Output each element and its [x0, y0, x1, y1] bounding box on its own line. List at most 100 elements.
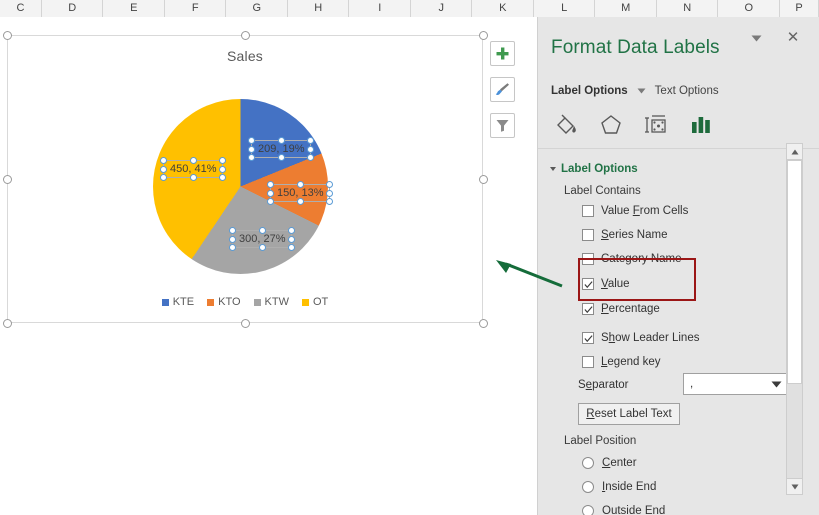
checkbox-category-name[interactable]: Category Name	[582, 253, 682, 265]
chart-filters-button[interactable]	[490, 113, 515, 138]
label-handle[interactable]	[297, 198, 304, 205]
column-header-h[interactable]: H	[288, 0, 350, 17]
section-label-options[interactable]: Label Options	[551, 163, 638, 175]
label-handle[interactable]	[160, 157, 167, 164]
checkbox-percentage[interactable]: Percentage	[582, 303, 660, 315]
label-handle[interactable]	[160, 174, 167, 181]
checkbox-series-name[interactable]: Series Name	[582, 229, 667, 241]
scroll-up-button[interactable]	[786, 143, 803, 160]
legend-item-kte[interactable]: KTE	[162, 296, 194, 308]
legend-item-ot[interactable]: OT	[302, 296, 328, 308]
column-header-l[interactable]: L	[534, 0, 596, 17]
size-properties-icon-button[interactable]	[640, 109, 672, 141]
checkbox-box[interactable]	[582, 205, 594, 217]
checkbox-value[interactable]: Value	[582, 278, 630, 290]
label-handle[interactable]	[259, 227, 266, 234]
legend-item-ktw[interactable]: KTW	[254, 296, 289, 308]
label-handle[interactable]	[259, 244, 266, 251]
label-handle[interactable]	[229, 244, 236, 251]
label-handle[interactable]	[267, 198, 274, 205]
checkbox-box[interactable]	[582, 332, 594, 344]
radio-center[interactable]: Center	[582, 457, 637, 469]
column-header-i[interactable]: I	[349, 0, 411, 17]
column-header-m[interactable]: M	[595, 0, 657, 17]
label-handle[interactable]	[190, 174, 197, 181]
column-header-f[interactable]: F	[165, 0, 227, 17]
data-label-kto[interactable]: 150, 13%	[270, 184, 330, 202]
chart-resize-handle[interactable]	[479, 31, 488, 40]
radio-outside-end[interactable]: Outside End	[582, 505, 665, 515]
label-options-icon-button[interactable]	[685, 109, 717, 141]
label-handle[interactable]	[326, 190, 333, 197]
radio-button[interactable]	[582, 481, 594, 493]
checkbox-legend-key[interactable]: Legend key	[582, 356, 660, 368]
label-handle[interactable]	[190, 157, 197, 164]
chart-title[interactable]: Sales	[8, 48, 482, 64]
label-handle[interactable]	[297, 181, 304, 188]
label-handle[interactable]	[267, 181, 274, 188]
column-header-e[interactable]: E	[103, 0, 165, 17]
chart-elements-button[interactable]	[490, 41, 515, 66]
checkbox-box[interactable]	[582, 229, 594, 241]
checkbox-value-from-cells[interactable]: Value From Cells	[582, 205, 688, 217]
checkbox-box[interactable]	[582, 303, 594, 315]
checkbox-box[interactable]	[582, 356, 594, 368]
label-handle[interactable]	[229, 236, 236, 243]
chart-resize-handle[interactable]	[479, 175, 488, 184]
triangle-down-icon	[791, 484, 799, 490]
scrollbar-thumb[interactable]	[787, 160, 802, 384]
label-handle[interactable]	[248, 146, 255, 153]
column-header-n[interactable]: N	[657, 0, 719, 17]
chart-object[interactable]: Sales 209, 19% 150, 13% 300, 27% 450, 41…	[7, 35, 483, 323]
label-handle[interactable]	[248, 137, 255, 144]
chart-resize-handle[interactable]	[3, 319, 12, 328]
data-label-ot[interactable]: 450, 41%	[163, 160, 223, 178]
scrollbar-track[interactable]	[786, 160, 803, 478]
column-header-g[interactable]: G	[226, 0, 288, 17]
chart-resize-handle[interactable]	[3, 31, 12, 40]
column-header-k[interactable]: K	[472, 0, 534, 17]
label-handle[interactable]	[160, 166, 167, 173]
checkbox-box[interactable]	[582, 278, 594, 290]
label-handle[interactable]	[278, 137, 285, 144]
radio-button[interactable]	[582, 457, 594, 469]
reset-label-text-button[interactable]: Reset Label Text	[578, 403, 680, 425]
separator-dropdown[interactable]: ,	[683, 373, 789, 395]
label-handle[interactable]	[248, 154, 255, 161]
chart-resize-handle[interactable]	[3, 175, 12, 184]
chevron-down-icon[interactable]	[637, 88, 646, 94]
column-header-j[interactable]: J	[411, 0, 473, 17]
radio-button[interactable]	[582, 505, 594, 515]
chart-styles-button[interactable]	[490, 77, 515, 102]
data-label-kte[interactable]: 209, 19%	[251, 140, 311, 158]
column-header-p[interactable]: P	[780, 0, 819, 17]
worksheet-grid[interactable]: Sales 209, 19% 150, 13% 300, 27% 450, 41…	[0, 17, 540, 515]
label-handle[interactable]	[326, 181, 333, 188]
data-label-ktw[interactable]: 300, 27%	[232, 230, 292, 248]
fill-line-icon-button[interactable]	[550, 109, 582, 141]
label-handle[interactable]	[326, 198, 333, 205]
chart-resize-handle[interactable]	[241, 31, 250, 40]
checkbox-label: Value	[601, 278, 630, 290]
effects-icon-button[interactable]	[595, 109, 627, 141]
legend-item-kto[interactable]: KTO	[207, 296, 240, 308]
column-header-c[interactable]: C	[0, 0, 42, 17]
chart-resize-handle[interactable]	[479, 319, 488, 328]
scroll-down-button[interactable]	[786, 478, 803, 495]
radio-inside-end[interactable]: Inside End	[582, 481, 656, 493]
checkbox-show-leader-lines[interactable]: Show Leader Lines	[582, 332, 699, 344]
column-header-d[interactable]: D	[42, 0, 104, 17]
label-handle[interactable]	[229, 227, 236, 234]
chart-legend[interactable]: KTE KTO KTW OT	[8, 296, 482, 308]
label-handle[interactable]	[278, 154, 285, 161]
chart-resize-handle[interactable]	[241, 319, 250, 328]
tab-text-options[interactable]: Text Options	[655, 85, 719, 97]
pane-divider	[538, 148, 819, 149]
checkbox-box[interactable]	[582, 253, 594, 265]
pane-close-button[interactable]: ✕	[783, 27, 803, 47]
pane-scrollbar[interactable]	[786, 143, 803, 495]
column-header-o[interactable]: O	[718, 0, 780, 17]
tab-label-options[interactable]: Label Options	[551, 85, 628, 97]
label-handle[interactable]	[267, 190, 274, 197]
pane-menu-button[interactable]	[747, 29, 765, 47]
